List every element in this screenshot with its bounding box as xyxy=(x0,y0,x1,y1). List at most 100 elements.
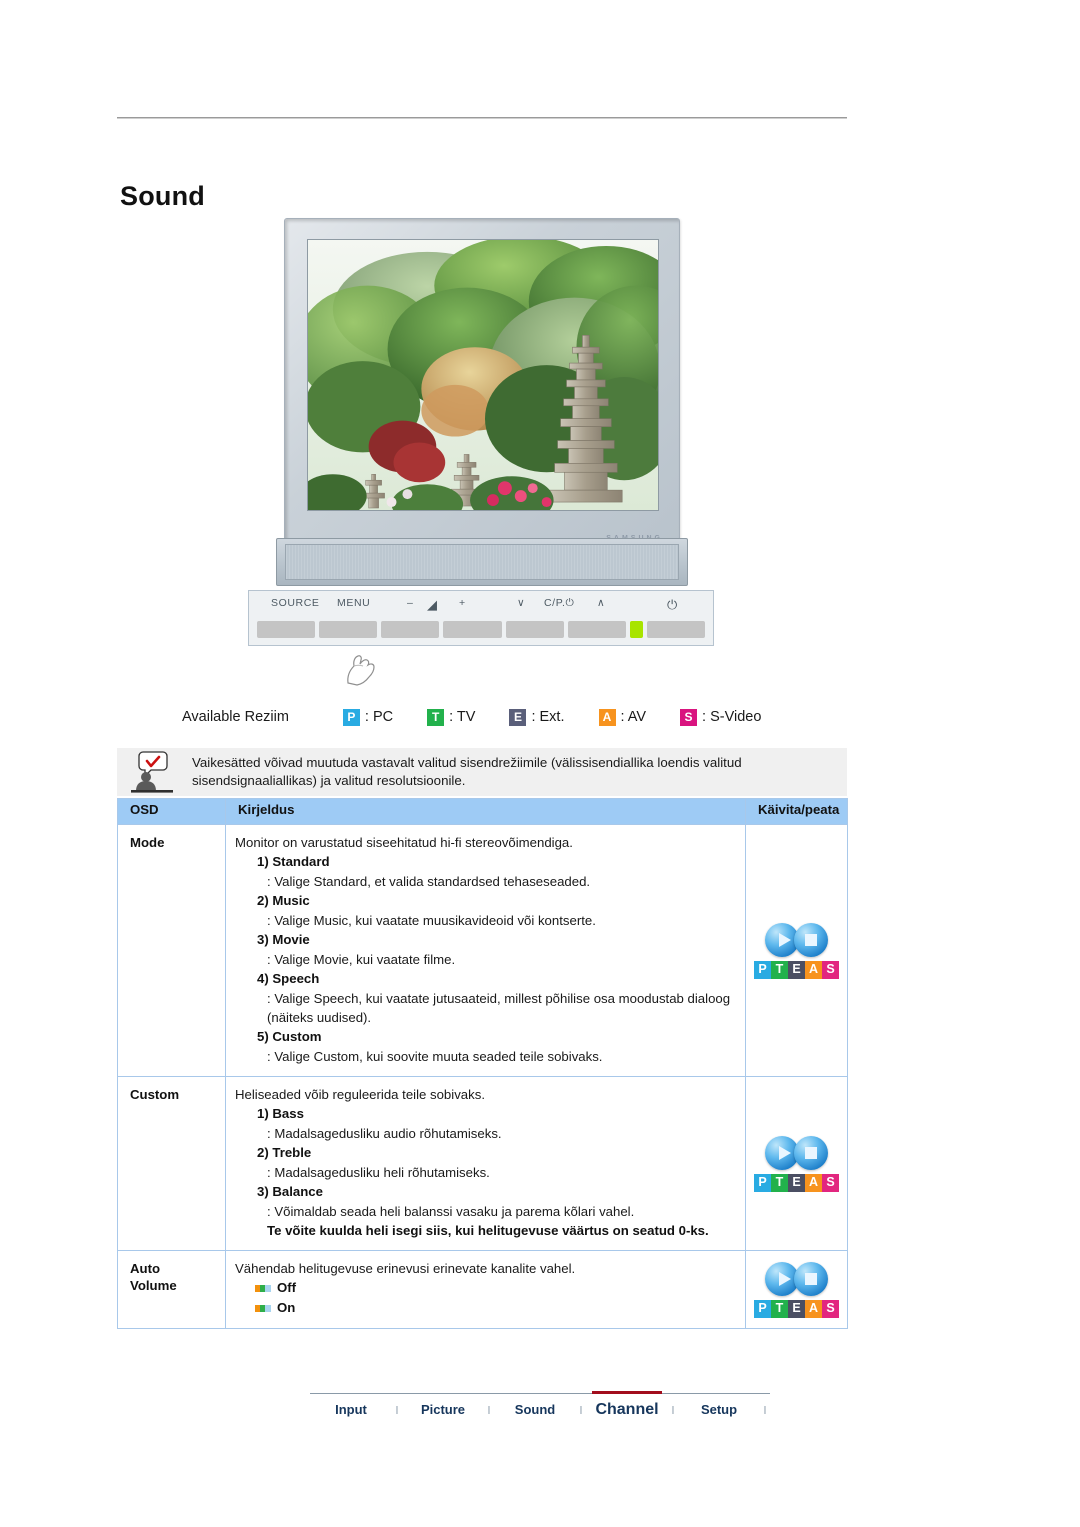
pteas-s: S xyxy=(822,1173,839,1192)
footer-divider xyxy=(310,1393,770,1394)
power-led-indicator xyxy=(629,621,643,638)
button-channel-down[interactable] xyxy=(505,621,564,638)
pteas-t: T xyxy=(771,1173,788,1192)
monitor-body: SAMSUNG xyxy=(284,218,680,548)
item-title: 4) Speech xyxy=(257,971,320,986)
control-label-minus: – xyxy=(407,597,414,609)
item-desc: : Valige Custom, kui soovite muuta seade… xyxy=(267,1049,603,1064)
stop-icon xyxy=(794,1261,828,1296)
pteas-t: T xyxy=(771,960,788,979)
table-header-row: OSD Kirjeldus Käivita/peata xyxy=(117,798,848,825)
item-title: 3) Movie xyxy=(257,932,310,947)
media-orbs xyxy=(754,922,839,957)
mode-item-pc: P : PC xyxy=(342,708,394,726)
pteas-e: E xyxy=(788,1173,805,1192)
footer-separator: l xyxy=(579,1405,583,1417)
stop-icon xyxy=(794,922,828,957)
row-description-mode: Monitor on varustatud siseehitatud hi-fi… xyxy=(225,824,746,1077)
monitor-screen xyxy=(307,239,659,511)
row-lead-text: Monitor on varustatud siseehitatud hi-fi… xyxy=(235,835,573,850)
mode-label-ext: : Ext. xyxy=(531,709,565,725)
button-plus[interactable] xyxy=(443,621,502,638)
pteas-p: P xyxy=(754,1173,771,1192)
control-label-channel-program: C/P.⏻ xyxy=(544,597,575,609)
chevron-up-icon: ∧ xyxy=(597,597,606,609)
control-panel: SOURCE MENU – ◢ + ∨ C/P.⏻ ∧ ⏻ xyxy=(248,590,714,646)
pteas-t: T xyxy=(771,1299,788,1318)
pteas-a: A xyxy=(805,1299,822,1318)
row-description-auto-volume: Vähendab helitugevuse erinevusi erinevat… xyxy=(225,1250,746,1329)
row-run-auto-volume: P T E A S xyxy=(745,1250,848,1329)
note-box: Vaikesätted võivad muutuda vastavalt val… xyxy=(117,748,847,796)
media-orbs xyxy=(754,1261,839,1296)
control-label-source: SOURCE xyxy=(271,597,320,609)
footer-link-input[interactable]: Input xyxy=(310,1402,392,1417)
osd-table: OSD Kirjeldus Käivita/peata Mode Monitor… xyxy=(117,798,848,1329)
row-run-custom: P T E A S xyxy=(745,1076,848,1251)
mode-label-tv: : TV xyxy=(449,709,476,725)
option-on: On xyxy=(255,1298,735,1318)
row-lead-text: Heliseaded võib reguleerida teile sobiva… xyxy=(235,1087,485,1102)
row-description-custom: Heliseaded võib reguleerida teile sobiva… xyxy=(225,1076,746,1251)
row-lead-text: Vähendab helitugevuse erinevusi erinevat… xyxy=(235,1261,576,1276)
mode-item-tv: T : TV xyxy=(427,708,476,726)
mode-badge-t-icon: T xyxy=(427,708,445,726)
footer-link-channel[interactable]: Channel xyxy=(586,1391,668,1419)
garden-photo xyxy=(308,240,658,510)
item-desc: : Madalsagedusliku heli rõhutamiseks. xyxy=(267,1165,490,1180)
mode-item-svideo: S : S-Video xyxy=(680,708,761,726)
hand-pointer-icon xyxy=(347,655,375,686)
table-row: Auto Volume Vähendab helitugevuse erinev… xyxy=(117,1250,848,1329)
control-label-plus: + xyxy=(459,597,466,609)
row-osd-line2: Volume xyxy=(130,1278,177,1293)
mode-badge-p-icon: P xyxy=(342,708,360,726)
row-osd-auto-volume: Auto Volume xyxy=(117,1250,226,1329)
control-label-menu: MENU xyxy=(337,597,371,609)
button-source[interactable] xyxy=(257,621,316,638)
monitor-illustration: SAMSUNG SOURCE MENU – ◢ + ∨ C/P.⏻ ∧ ⏻ xyxy=(248,218,714,688)
button-minus[interactable] xyxy=(381,621,440,638)
pteas-s: S xyxy=(822,960,839,979)
option-bullet-icon xyxy=(255,1304,271,1312)
button-power[interactable] xyxy=(646,621,705,638)
item-desc: : Valige Speech, kui vaatate jutusaateid… xyxy=(267,991,731,1025)
option-off: Off xyxy=(255,1278,735,1298)
available-modes-row: Available Reziim P : PC T : TV E : Ext. … xyxy=(182,705,795,729)
pteas-e: E xyxy=(788,960,805,979)
note-person-checkmark-icon xyxy=(131,751,173,793)
footer-navigation: Input l Picture l Sound l Channel l Setu… xyxy=(310,1391,770,1437)
option-label: On xyxy=(277,1300,296,1315)
footer-link-setup[interactable]: Setup xyxy=(678,1402,760,1417)
mode-badge-a-icon: A xyxy=(598,708,616,726)
item-desc: : Valige Music, kui vaatate muusikavideo… xyxy=(267,913,596,928)
item-title: 1) Standard xyxy=(257,854,330,869)
header-divider xyxy=(117,117,847,119)
row-run-mode: P T E A S xyxy=(745,824,848,1077)
item-desc: : Valige Standard, et valida standardsed… xyxy=(267,874,591,889)
pteas-p: P xyxy=(754,960,771,979)
footer-link-picture[interactable]: Picture xyxy=(402,1402,484,1417)
footer-separator: l xyxy=(763,1405,767,1417)
header-osd: OSD xyxy=(117,798,226,825)
mode-badge-e-icon: E xyxy=(509,708,527,726)
mode-label-av: : AV xyxy=(620,709,647,725)
monitor-base xyxy=(276,538,688,586)
footer-link-sound[interactable]: Sound xyxy=(494,1402,576,1417)
row-osd-mode: Mode xyxy=(117,824,226,1077)
button-menu[interactable] xyxy=(319,621,378,638)
item-desc: : Madalsagedusliku audio rõhutamiseks. xyxy=(267,1126,502,1141)
mode-label-pc: : PC xyxy=(364,709,394,725)
mode-badge-s-icon: S xyxy=(680,708,698,726)
item-desc: : Valige Movie, kui vaatate filme. xyxy=(267,952,456,967)
button-channel-up[interactable] xyxy=(567,621,626,638)
row-osd-custom: Custom xyxy=(117,1076,226,1251)
available-modes-label: Available Reziim xyxy=(182,709,289,725)
footer-separator: l xyxy=(671,1405,675,1417)
table-row: Mode Monitor on varustatud siseehitatud … xyxy=(117,824,848,1077)
item-desc-bold: Te võite kuulda heli isegi siis, kui hel… xyxy=(267,1223,709,1238)
stop-icon xyxy=(794,1135,828,1170)
pteas-badge: P T E A S xyxy=(754,1173,839,1192)
pteas-a: A xyxy=(805,960,822,979)
manual-page: Sound SOURCE MENU – ◢ + ∨ C/P.⏻ ∧ ⏻ Avai… xyxy=(0,0,1080,1527)
power-icon: ⏻ xyxy=(667,597,678,612)
